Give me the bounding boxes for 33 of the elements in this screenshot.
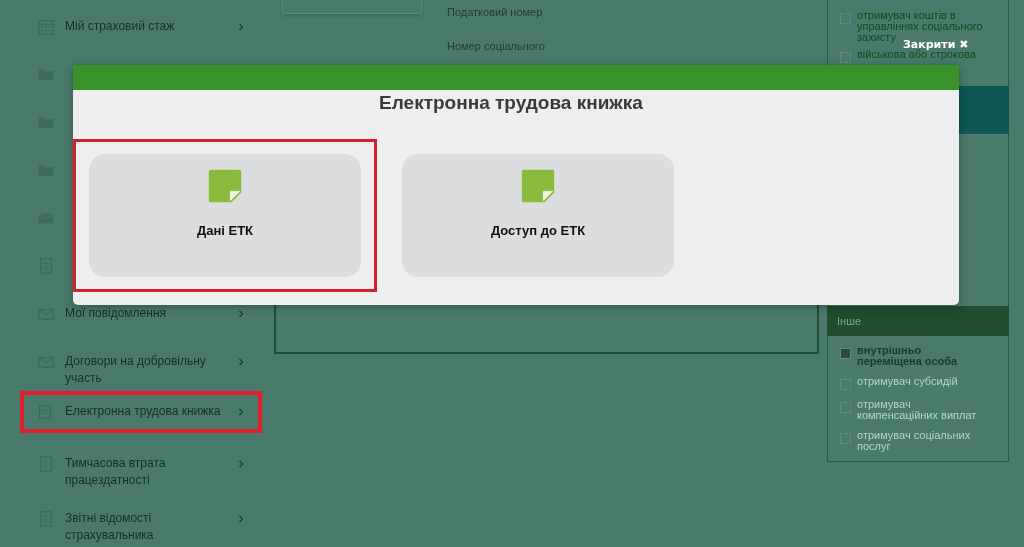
- modal-title: Електронна трудова книжка: [378, 92, 644, 114]
- sidebar-item-label: Тимчасова втрата працездатності: [65, 455, 167, 490]
- sidebar-item-label: Договори на добровільну участь: [65, 352, 207, 387]
- note-icon: [520, 168, 556, 204]
- chevron-icon: [236, 514, 246, 525]
- sidebar-item[interactable]: Мої повідомлення: [20, 292, 262, 329]
- filter-label: військова або строкова: [857, 49, 976, 60]
- checkbox[interactable]: [840, 52, 851, 63]
- option-label: Доступ до ЕТК: [490, 223, 586, 238]
- filter-label: внутрішньо переміщена особа: [857, 345, 959, 367]
- note-icon: [207, 168, 243, 204]
- chevron-icon: [236, 459, 246, 470]
- field-label: Податковий номер: [447, 6, 544, 18]
- option-card[interactable]: Дані ЕТК: [89, 154, 361, 277]
- filter-label: отримувач соціальних послуг: [857, 430, 972, 452]
- chevron-icon: [236, 407, 246, 418]
- filter-label: отримувач субсидій: [857, 376, 958, 387]
- option-card[interactable]: Доступ до ЕТК: [402, 154, 674, 277]
- sidebar-item[interactable]: Мій страховий стаж: [20, 0, 262, 41]
- sidebar-item[interactable]: Договори на добровільну участь: [20, 340, 262, 384]
- chevron-icon: [236, 308, 246, 319]
- section-header: Інше: [827, 306, 1009, 336]
- sidebar-item[interactable]: Електронна трудова книжка: [20, 391, 262, 434]
- chevron-icon: [236, 356, 246, 367]
- sidebar-item-label: Електронна трудова книжка: [65, 403, 222, 421]
- field-label: Номер соціального: [447, 40, 545, 52]
- sidebar-item-label: Мої повідомлення: [65, 304, 168, 322]
- option-label: Дані ЕТК: [196, 223, 254, 238]
- sidebar-item-label: Мій страховий стаж: [65, 18, 176, 35]
- filter-label: отримувач компенсаційних виплат: [857, 399, 978, 421]
- sidebar-item[interactable]: Тимчасова втрата працездатності: [20, 443, 262, 487]
- chevron-icon: [236, 22, 246, 32]
- checkbox[interactable]: [840, 348, 851, 359]
